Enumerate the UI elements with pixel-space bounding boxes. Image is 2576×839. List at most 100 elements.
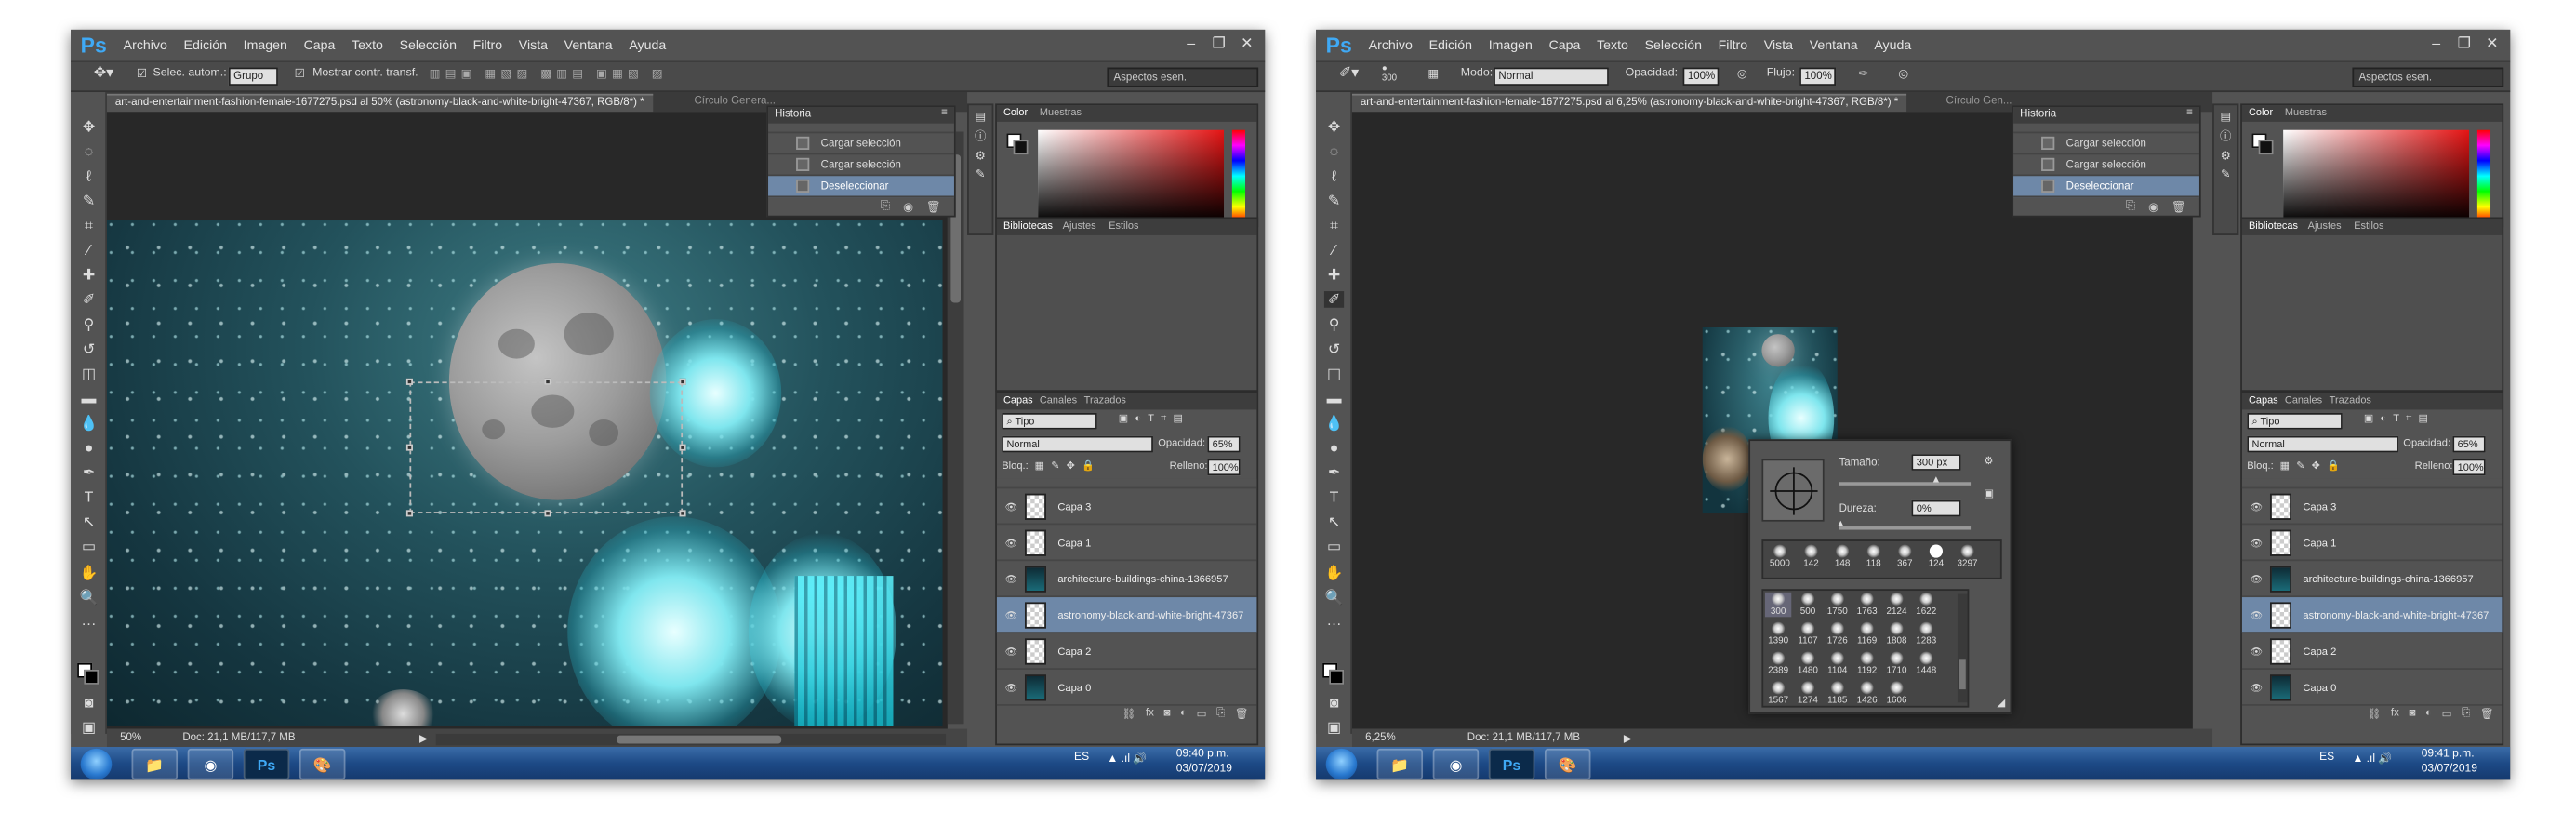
fill-input[interactable]: 100% xyxy=(1207,459,1241,476)
trash-icon[interactable]: 🗑 xyxy=(2171,201,2186,218)
move-tool-icon[interactable]: ✥▾ xyxy=(94,64,113,82)
brush-preset[interactable]: 1274 xyxy=(1795,681,1821,706)
menu-ayuda[interactable]: Ayuda xyxy=(1866,38,1920,53)
brush-dock-icon[interactable]: ✎ xyxy=(969,167,992,180)
eyedropper-icon[interactable]: ⁄ xyxy=(1324,242,1344,259)
clock-date[interactable]: 03/07/2019 xyxy=(1176,764,1232,775)
eraser-icon[interactable]: ◫ xyxy=(79,366,99,382)
hand-tool-icon[interactable]: ✋ xyxy=(79,565,99,581)
menu-archivo[interactable]: Archivo xyxy=(1361,38,1421,53)
menu-archivo[interactable]: Archivo xyxy=(115,38,176,53)
auto-select-checkbox[interactable]: ☑ xyxy=(137,68,147,80)
layer-filter-icons[interactable]: ▣◐T⌗▤ xyxy=(1119,413,1189,426)
color-picker-field[interactable] xyxy=(2283,129,2470,222)
eyedropper-icon[interactable]: ⁄ xyxy=(79,242,99,259)
brush-tool-icon[interactable]: ✐ xyxy=(79,291,99,308)
pen-tool-icon[interactable]: ✒ xyxy=(1324,464,1344,481)
more-tools-icon[interactable]: ··· xyxy=(79,616,99,633)
workspace-dropdown[interactable]: Aspectos esen. xyxy=(2352,67,2504,87)
transform-handle[interactable] xyxy=(405,378,413,385)
clock-date[interactable]: 03/07/2019 xyxy=(2422,764,2477,775)
eye-icon[interactable]: 👁 xyxy=(2251,574,2263,586)
history-item[interactable]: Cargar selección xyxy=(2013,154,2199,177)
layer-row[interactable]: 👁 Capa 0 xyxy=(996,670,1257,706)
layer-row[interactable]: 👁 architecture-buildings-china-1366957 xyxy=(2241,561,2503,598)
menu-vista[interactable]: Vista xyxy=(1756,38,1801,53)
screen-mode-icon[interactable]: ▣ xyxy=(1324,719,1344,736)
tab-canales[interactable]: Canales xyxy=(2285,395,2322,406)
brush-preset[interactable]: 1750 xyxy=(1825,592,1851,617)
tab-canales[interactable]: Canales xyxy=(1040,395,1077,406)
dodge-tool-icon[interactable]: ● xyxy=(1324,439,1344,456)
adjustment-icon[interactable]: ◐ xyxy=(2425,708,2432,723)
size-slider[interactable] xyxy=(1839,482,1972,486)
crop-tool-icon[interactable]: ⌗ xyxy=(79,217,99,233)
menu-vista[interactable]: Vista xyxy=(511,38,556,53)
eye-icon[interactable]: 👁 xyxy=(2251,646,2263,659)
chrome-icon[interactable]: ◉ xyxy=(187,748,234,780)
layer-row[interactable]: 👁 Capa 3 xyxy=(2241,488,2503,526)
layer-row-partial[interactable] xyxy=(996,478,1257,489)
language-indicator[interactable]: ES xyxy=(2319,752,2334,763)
brush-preset[interactable]: 367 xyxy=(1892,544,1918,569)
blend-mode-dropdown[interactable]: Normal xyxy=(2247,435,2398,453)
eye-icon[interactable]: 👁 xyxy=(1005,574,1017,586)
blur-tool-icon[interactable]: 💧 xyxy=(1324,415,1344,432)
panel-menu-icon[interactable]: ≡ xyxy=(941,107,948,118)
type-tool-icon[interactable]: T xyxy=(79,488,99,505)
properties-dock-icon[interactable]: ⚙ xyxy=(969,150,992,163)
hue-slider[interactable] xyxy=(1231,129,1246,222)
hue-slider[interactable] xyxy=(2476,129,2491,222)
layer-row-partial[interactable] xyxy=(2241,478,2503,489)
menu-capa[interactable]: Capa xyxy=(1541,38,1589,53)
history-dock-icon[interactable]: ▤ xyxy=(2214,111,2237,123)
tray-icons[interactable]: ▲ .ıl 🔊 xyxy=(1107,752,1147,765)
snapshot-icon[interactable]: ◉ xyxy=(2148,201,2158,218)
trash-icon[interactable]: 🗑 xyxy=(1235,708,1249,723)
vertical-scrollbar[interactable] xyxy=(947,131,964,725)
transform-handle[interactable] xyxy=(405,444,413,451)
status-arrow-icon[interactable]: ▶ xyxy=(419,732,428,745)
menu-edicion[interactable]: Edición xyxy=(176,38,235,53)
quick-mask-icon[interactable]: ◙ xyxy=(79,694,99,711)
history-title[interactable]: Historia xyxy=(2020,109,2056,120)
tab-trazados[interactable]: Trazados xyxy=(2330,395,2371,406)
paint-icon[interactable]: 🎨 xyxy=(1544,748,1591,780)
brush-preset[interactable]: 500 xyxy=(1795,592,1821,617)
canvas-image[interactable] xyxy=(106,220,943,726)
healing-brush-icon[interactable]: ✚ xyxy=(1324,267,1344,284)
brush-preset[interactable]: 1104 xyxy=(1825,651,1851,676)
transform-handle[interactable] xyxy=(679,510,686,517)
size-slider-thumb[interactable]: ▲ xyxy=(1932,475,1942,486)
marquee-tool-icon[interactable]: ◌ xyxy=(1324,143,1344,160)
hardness-slider[interactable] xyxy=(1839,526,1972,530)
maximize-button[interactable]: ❐ xyxy=(1207,34,1230,52)
brush-preset[interactable]: 148 xyxy=(1829,544,1855,569)
link-icon[interactable]: ⛓ xyxy=(1122,708,1136,723)
transform-box[interactable] xyxy=(405,378,686,517)
clone-stamp-icon[interactable]: ⚲ xyxy=(1324,316,1344,333)
group-icon[interactable]: ▭ xyxy=(2442,708,2452,723)
transform-handle[interactable] xyxy=(544,378,551,385)
lock-icons[interactable]: ▦✎✥🔒 xyxy=(2280,459,2346,472)
transform-handle[interactable] xyxy=(679,378,686,385)
history-item[interactable] xyxy=(2013,124,2199,134)
history-dock-icon[interactable]: ▤ xyxy=(969,111,992,123)
crop-tool-icon[interactable]: ⌗ xyxy=(1324,217,1344,233)
clock-time[interactable]: 09:41 p.m. xyxy=(2422,749,2475,760)
info-dock-icon[interactable]: ⓘ xyxy=(2214,128,2237,145)
opacity-input[interactable]: 100% xyxy=(1682,67,1720,86)
brush-preset[interactable]: 1567 xyxy=(1765,681,1791,706)
brush-dock-icon[interactable]: ✎ xyxy=(2214,167,2237,180)
eye-icon[interactable]: 👁 xyxy=(1005,538,1017,550)
menu-ayuda[interactable]: Ayuda xyxy=(620,38,674,53)
menu-ventana[interactable]: Ventana xyxy=(1801,38,1866,53)
airbrush-icon[interactable]: ✑ xyxy=(1859,68,1868,80)
more-tools-icon[interactable]: ··· xyxy=(1324,616,1344,633)
tab-circulo[interactable]: Círculo Gen... xyxy=(1938,94,2021,112)
brush-preset[interactable]: 1480 xyxy=(1795,651,1821,676)
tab-capas[interactable]: Capas xyxy=(1003,395,1033,406)
brush-preset[interactable]: 1606 xyxy=(1883,681,1909,706)
brush-preset[interactable]: 118 xyxy=(1861,544,1887,569)
brush-preset[interactable]: 1710 xyxy=(1883,651,1909,676)
